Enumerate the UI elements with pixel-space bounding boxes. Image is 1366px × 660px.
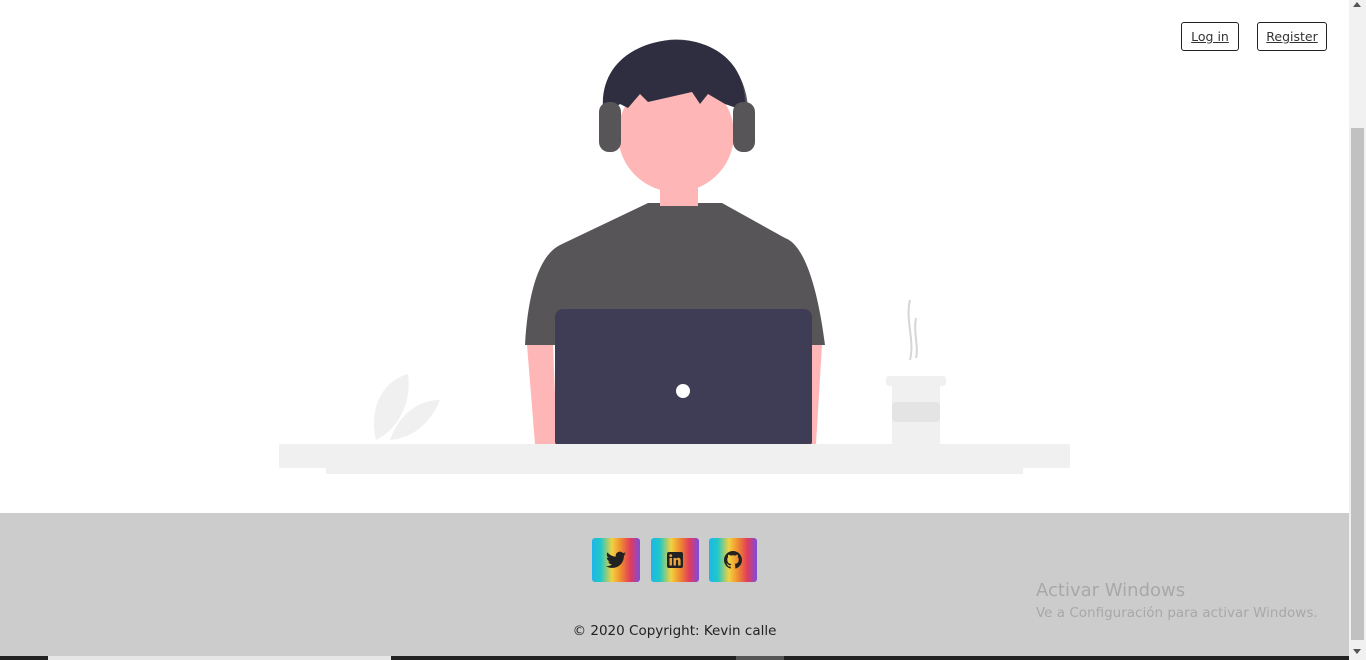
windows-activation-watermark: Activar Windows Ve a Configuración para … [1036,580,1318,621]
headphone-left [599,102,621,152]
taskbar-app-segment[interactable] [736,656,784,660]
hero-illustration [0,0,1349,513]
scroll-down-arrow-icon[interactable] [1353,649,1361,654]
scroll-thumb[interactable] [1351,128,1364,640]
github-icon [724,551,742,569]
laptop-logo [676,384,690,398]
twitter-button[interactable] [592,538,640,582]
linkedin-button[interactable] [651,538,699,582]
watermark-title: Activar Windows [1036,580,1186,601]
cup-lid [886,376,946,386]
auth-nav: Log in Register [0,22,1366,54]
desk-top [279,444,1070,468]
github-button[interactable] [709,538,757,582]
twitter-icon [606,551,626,568]
scroll-up-arrow-icon[interactable] [1353,2,1361,7]
cup-sleeve [892,402,940,422]
watermark-subtitle: Ve a Configuración para activar Windows. [1036,605,1318,621]
login-button[interactable]: Log in [1181,22,1239,51]
footer: © 2020 Copyright: Kevin calle Activar Wi… [0,513,1349,660]
person-laptop-illustration [279,39,1070,474]
arm-left [527,345,557,444]
headphone-right [733,102,755,152]
laptop [555,309,812,449]
desk-edge [326,468,1023,474]
taskbar-search-segment[interactable] [48,656,391,660]
linkedin-icon [667,552,683,568]
vertical-scrollbar[interactable] [1349,0,1366,660]
steam-1 [907,299,913,361]
register-button[interactable]: Register [1257,22,1327,51]
page: Log in Register © 2020 Copyright: Kevin … [0,0,1366,660]
copyright-text: © 2020 Copyright: Kevin calle [572,623,777,639]
steam-2 [914,317,918,359]
